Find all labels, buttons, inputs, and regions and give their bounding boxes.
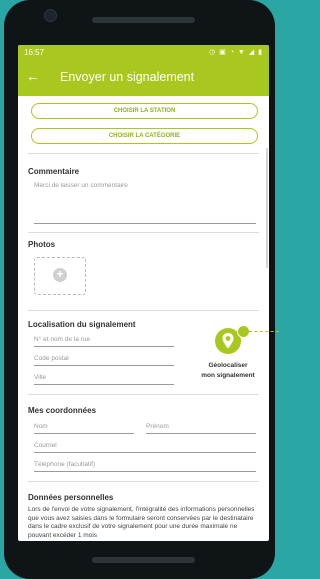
clock-icon: ◔ — [229, 49, 235, 56]
name-underline — [34, 433, 134, 434]
city-field[interactable]: Ville — [34, 374, 46, 381]
plus-icon: + — [53, 268, 67, 282]
speaker-grille — [92, 557, 195, 563]
status-time: 16:57 — [24, 48, 45, 57]
alarm-icon: ◷ — [209, 49, 217, 56]
choose-category-button[interactable]: CHOISIR LA CATÉGORIE — [31, 128, 258, 144]
signal-icon: ◢ — [248, 49, 256, 56]
front-camera — [44, 9, 57, 22]
phone-frame: 16:57 ◷ ▣ ◔ ▼ ◢ ▮ ← Envoyer un signaleme… — [4, 0, 275, 579]
divider — [28, 232, 259, 233]
battery-icon: ▮ — [258, 49, 263, 56]
divider — [28, 394, 259, 395]
arrow-left-icon[interactable]: ← — [26, 68, 40, 84]
geolocate-label-line2: mon signalement — [201, 372, 255, 379]
status-bar: 16:57 ◷ ▣ ◔ ▼ ◢ ▮ — [18, 45, 269, 60]
personal-data-title: Données personnelles — [28, 493, 114, 502]
street-field[interactable]: N° et nom de la rue — [34, 336, 90, 343]
photos-section-title: Photos — [28, 240, 56, 249]
callout-line — [249, 331, 279, 332]
app-screen: 16:57 ◷ ▣ ◔ ▼ ◢ ▮ ← Envoyer un signaleme… — [18, 45, 269, 541]
nfc-icon: ▣ — [219, 49, 227, 56]
divider — [28, 153, 259, 154]
form-content[interactable]: CHOISIR LA STATION CHOISIR LA CATÉGORIE … — [18, 96, 269, 541]
geolocate-label-line1: Géolocaliser — [208, 362, 248, 369]
city-underline — [34, 384, 174, 385]
phone-field[interactable]: Téléphone (facultatif) — [34, 461, 95, 468]
add-photo-button[interactable]: + — [34, 257, 86, 295]
phone-underline — [34, 471, 256, 472]
firstname-underline — [146, 433, 256, 434]
wifi-icon: ▼ — [237, 49, 246, 56]
postal-underline — [34, 365, 174, 366]
divider — [28, 481, 259, 482]
firstname-field[interactable]: Prénom — [146, 423, 169, 430]
geolocate-label: Géolocaliser mon signalement — [188, 361, 268, 381]
divider — [28, 310, 259, 311]
choose-station-button[interactable]: CHOISIR LA STATION — [31, 103, 258, 119]
street-underline — [34, 346, 174, 347]
postal-code-field[interactable]: Code postal — [34, 355, 69, 362]
contact-section-title: Mes coordonnées — [28, 406, 97, 415]
scrollbar[interactable] — [266, 148, 268, 268]
name-field[interactable]: Nom — [34, 423, 48, 430]
status-icons: ◷ ▣ ◔ ▼ ◢ ▮ — [209, 48, 263, 56]
personal-data-text: Lors de l'envoi de votre signalement, l'… — [28, 506, 255, 539]
geolocate-button[interactable]: Géolocaliser mon signalement — [188, 328, 262, 383]
page-title: Envoyer un signalement — [60, 70, 195, 84]
earpiece — [92, 17, 195, 23]
comment-underline — [34, 223, 256, 224]
app-bar: ← Envoyer un signalement — [18, 60, 269, 96]
comment-section-title: Commentaire — [28, 167, 80, 176]
comment-input[interactable]: Merci de laisser un commentaire — [34, 182, 128, 189]
email-field[interactable]: Courriel — [34, 442, 57, 449]
location-section-title: Localisation du signalement — [28, 320, 136, 329]
email-underline — [34, 452, 256, 453]
